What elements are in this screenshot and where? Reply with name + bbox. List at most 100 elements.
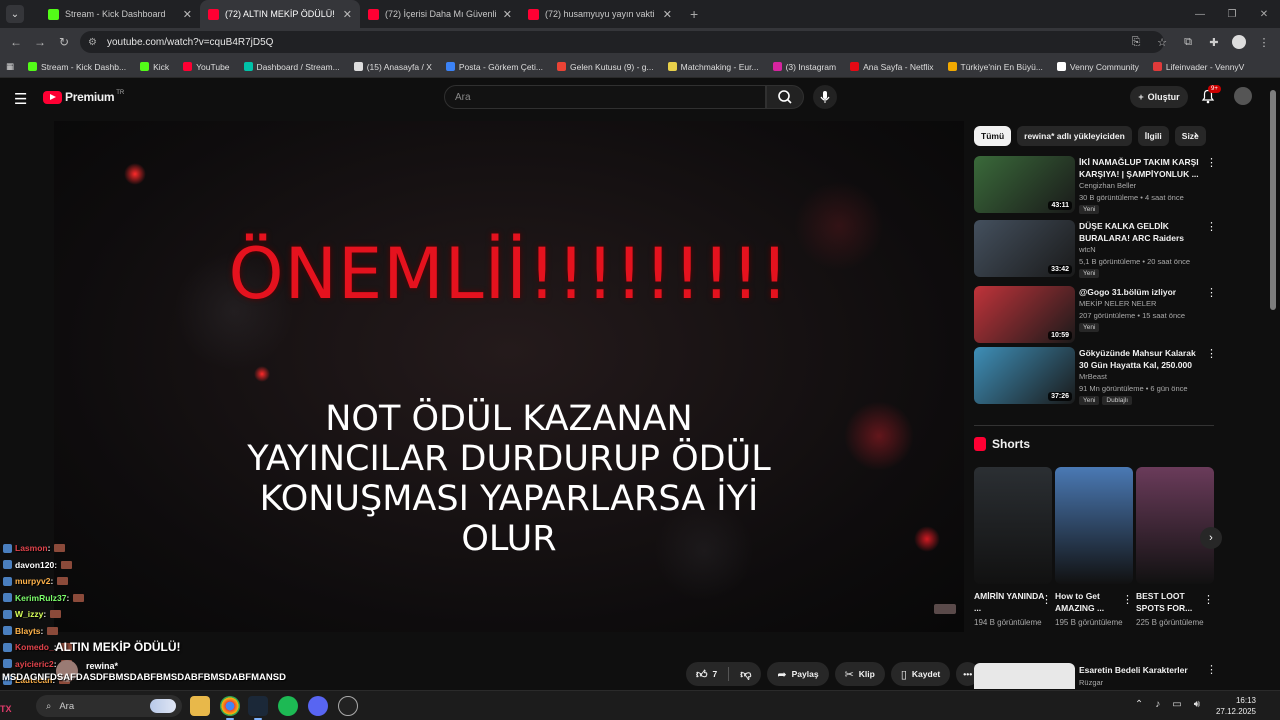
video-thumbnail[interactable]: 33:42 bbox=[974, 220, 1075, 277]
shorts-next-button[interactable]: › bbox=[1200, 527, 1222, 549]
search-button[interactable] bbox=[766, 85, 804, 109]
more-options-icon[interactable]: ⋮ bbox=[1206, 663, 1217, 676]
chevron-up-icon[interactable]: ⌃ bbox=[1135, 699, 1143, 710]
system-clock[interactable]: 16:13 27.12.2025 bbox=[1216, 695, 1256, 717]
browser-tab[interactable]: (72) İçerisi Daha Mı Güvenli Sa ✕ bbox=[360, 0, 520, 28]
chevron-right-icon[interactable]: › bbox=[1194, 129, 1198, 141]
back-button[interactable]: ← bbox=[4, 35, 28, 49]
short-item[interactable]: BEST LOOT SPOTS FOR... 225 B görüntüleme ⋮ bbox=[1136, 467, 1214, 629]
related-video-item[interactable]: 33:42 DÜŞE KALKA GELDİK BURALARA! ARC Rai… bbox=[974, 220, 1217, 278]
bookmark-item[interactable]: Türkiye'nin En Büyü... bbox=[947, 62, 1043, 72]
more-options-icon[interactable]: ⋮ bbox=[1122, 593, 1133, 606]
more-options-icon[interactable]: ⋮ bbox=[1206, 347, 1217, 360]
steam-icon[interactable] bbox=[248, 696, 268, 720]
bookmark-item[interactable]: Venny Community bbox=[1056, 62, 1139, 72]
video-thumbnail[interactable]: 43:11 bbox=[974, 156, 1075, 213]
short-item[interactable]: How to Get AMAZING ... 195 B görüntüleme ⋮ bbox=[1055, 467, 1133, 629]
chrome-icon[interactable] bbox=[220, 696, 240, 720]
url-field[interactable]: ⚙ youtube.com/watch?v=cquB4R7jD5Q bbox=[80, 31, 1164, 53]
save-button[interactable]: ▯ Kaydet bbox=[890, 662, 951, 686]
close-tab-icon[interactable]: ✕ bbox=[343, 8, 352, 21]
bookmark-item[interactable]: Ana Sayfa - Netflix bbox=[850, 62, 934, 72]
like-button[interactable]: 👍︎ 7 👎︎ bbox=[686, 662, 762, 686]
bookmark-item[interactable]: Stream - Kick Dashb... bbox=[28, 62, 126, 72]
forward-button[interactable]: → bbox=[28, 35, 52, 49]
bookmark-item[interactable]: Dashboard / Stream... bbox=[243, 62, 340, 72]
bookmark-item[interactable]: Matchmaking - Eur... bbox=[667, 62, 759, 72]
browser-tab[interactable]: Stream - Kick Dashboard ✕ bbox=[40, 0, 200, 28]
more-options-icon[interactable]: ⋮ bbox=[1041, 593, 1052, 606]
network-icon[interactable]: ▭ bbox=[1172, 699, 1181, 710]
notifications-button[interactable]: 9+ bbox=[1200, 85, 1221, 104]
close-tab-icon[interactable]: ✕ bbox=[183, 8, 192, 21]
short-thumbnail[interactable] bbox=[1055, 467, 1133, 584]
bookmark-star-icon[interactable]: ☆ bbox=[1154, 36, 1170, 49]
related-video-item[interactable]: 10:59 @Gogo 31.bölüm izliyor MEKİP NELER N… bbox=[974, 286, 1217, 344]
bookmark-item[interactable]: Gelen Kutusu (9) - g... bbox=[556, 62, 654, 72]
search-input[interactable]: Ara bbox=[444, 85, 766, 109]
channel-name[interactable]: MrBeast bbox=[1079, 371, 1205, 383]
video-thumbnail[interactable]: 10:59 bbox=[974, 286, 1075, 343]
browser-menu-icon[interactable]: ⋮ bbox=[1256, 36, 1272, 49]
browser-tab[interactable]: (72) ALTIN MEKİP ÖDÜLÜ! - You ✕ bbox=[200, 0, 360, 28]
bookmark-item[interactable]: (15) Anasayfa / X bbox=[353, 62, 432, 72]
site-info-icon[interactable]: ⚙ bbox=[88, 37, 97, 48]
voice-search-button[interactable] bbox=[813, 85, 837, 109]
close-tab-icon[interactable]: ✕ bbox=[503, 8, 512, 21]
reload-button[interactable]: ↻ bbox=[52, 35, 76, 49]
share-button[interactable]: ➦ Paylaş bbox=[767, 662, 829, 686]
browser-tab[interactable]: (72) husamyuyu yayın vakti 13 ✕ bbox=[520, 0, 680, 28]
hamburger-menu-icon[interactable]: ☰ bbox=[14, 90, 27, 108]
bookmark-item[interactable]: Lifeinvader - VennyV bbox=[1152, 62, 1244, 72]
bookmark-item[interactable]: (3) Instagram bbox=[772, 62, 836, 72]
puzzle-icon[interactable]: ✚ bbox=[1206, 36, 1222, 49]
bookmark-item[interactable]: Posta - Görkem Çeti... bbox=[445, 62, 543, 72]
more-options-icon[interactable]: ⋮ bbox=[1203, 593, 1214, 606]
file-explorer-icon[interactable] bbox=[190, 696, 210, 716]
extension-icon[interactable]: ⧉ bbox=[1180, 36, 1196, 49]
channel-name[interactable]: rewina* bbox=[86, 661, 118, 671]
page-scrollbar[interactable] bbox=[1270, 90, 1276, 310]
filter-chip[interactable]: Size bbox=[1174, 126, 1206, 146]
thumbs-down-icon[interactable]: 👎︎ bbox=[740, 668, 751, 681]
filter-chip[interactable]: İlgili bbox=[1137, 126, 1169, 146]
filter-chip[interactable]: Tümü bbox=[974, 126, 1012, 146]
volume-icon[interactable]: 🔊︎ bbox=[1194, 699, 1200, 710]
bookmark-item[interactable]: YouTube bbox=[183, 62, 230, 72]
taskbar-search[interactable]: ⌕ Ara bbox=[36, 695, 182, 717]
close-window-button[interactable]: ✕ bbox=[1248, 9, 1280, 20]
profile-avatar[interactable] bbox=[1232, 35, 1246, 49]
create-button[interactable]: + Oluştur bbox=[1130, 86, 1188, 108]
video-thumbnail[interactable] bbox=[974, 663, 1075, 689]
filter-chip[interactable]: rewina* adlı yükleyiciden bbox=[1017, 126, 1132, 146]
short-thumbnail[interactable] bbox=[1136, 467, 1214, 584]
clip-button[interactable]: ✂ Klip bbox=[834, 662, 885, 686]
account-avatar[interactable] bbox=[1234, 87, 1252, 105]
channel-watermark[interactable] bbox=[934, 604, 956, 614]
close-tab-icon[interactable]: ✕ bbox=[663, 8, 672, 21]
related-video-item[interactable]: 43:11 İKİ NAMAĞLUP TAKIM KARŞI KARŞIYA! |… bbox=[974, 156, 1217, 214]
discord-icon[interactable] bbox=[308, 696, 328, 716]
maximize-button[interactable]: ❐ bbox=[1216, 9, 1248, 20]
more-options-icon[interactable]: ⋮ bbox=[1206, 286, 1217, 299]
channel-name[interactable]: MEKİP NELER NELER bbox=[1079, 298, 1205, 310]
more-options-icon[interactable]: ⋮ bbox=[1206, 156, 1217, 169]
install-icon[interactable]: ⎘ bbox=[1128, 36, 1144, 49]
video-thumbnail[interactable]: 37:26 bbox=[974, 347, 1075, 404]
channel-name[interactable]: Cengizhan Beller bbox=[1079, 180, 1205, 192]
new-tab-button[interactable]: + bbox=[690, 6, 698, 22]
short-thumbnail[interactable] bbox=[974, 467, 1052, 584]
bookmark-item[interactable]: Kick bbox=[140, 62, 169, 72]
related-video-item[interactable]: Esaretin Bedeli Karakterler Rüzgar ⋮ bbox=[974, 663, 1217, 689]
related-video-item[interactable]: 37:26 Gökyüzünde Mahsur Kalarak 30 Gün Ha… bbox=[974, 347, 1217, 405]
channel-name[interactable]: wtcN bbox=[1079, 244, 1205, 256]
more-options-icon[interactable]: ⋮ bbox=[1206, 220, 1217, 233]
microphone-icon[interactable]: ♪ bbox=[1155, 699, 1160, 710]
spotify-icon[interactable] bbox=[278, 696, 298, 716]
tab-search-button[interactable]: ⌄ bbox=[6, 5, 24, 23]
obs-icon[interactable] bbox=[338, 696, 358, 716]
apps-grid-icon[interactable]: ▦ bbox=[6, 61, 14, 72]
minimize-button[interactable]: — bbox=[1184, 9, 1216, 20]
short-item[interactable]: AMİRİN YANINDA ... 194 B görüntüleme ⋮ bbox=[974, 467, 1052, 629]
youtube-premium-logo[interactable]: Premium TR bbox=[43, 90, 124, 104]
